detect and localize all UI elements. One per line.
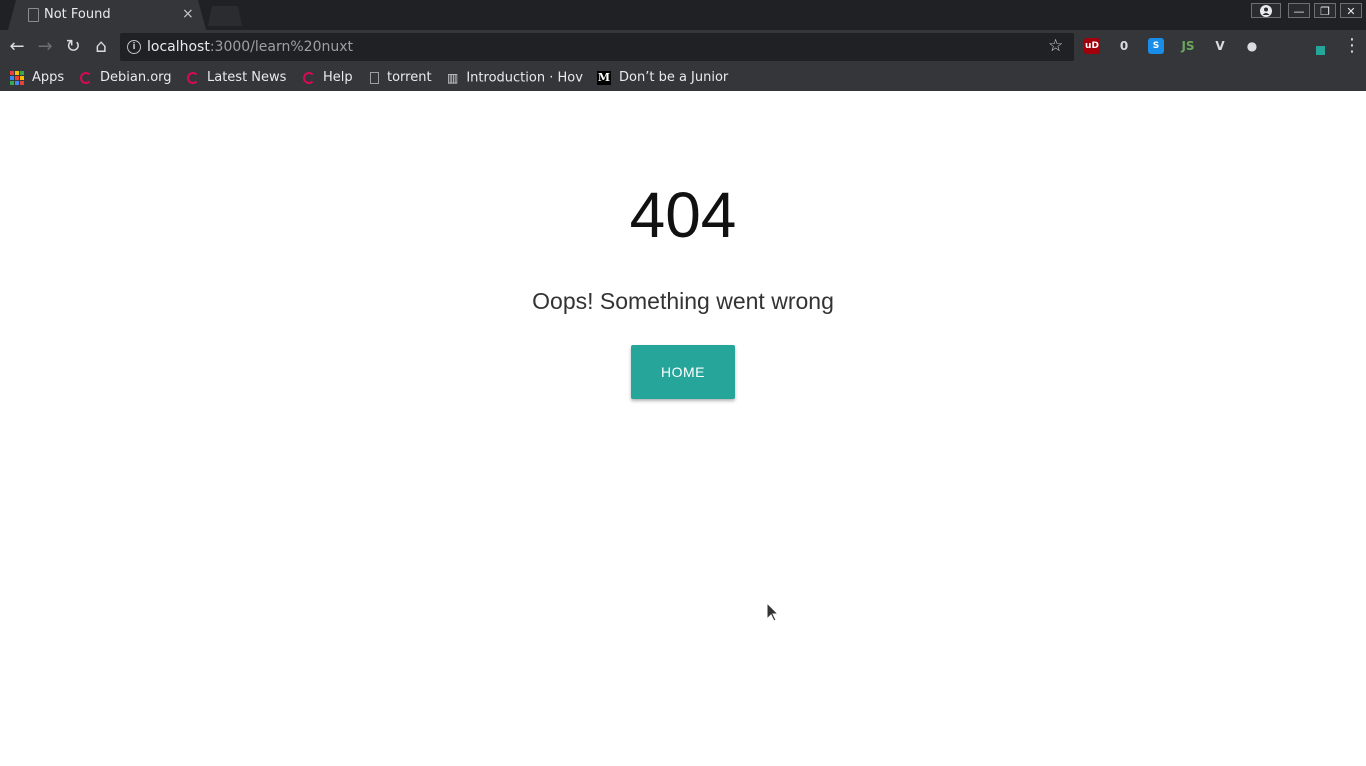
cloud-extension-icon[interactable]: 0	[1116, 38, 1132, 54]
bookmark-label: Introduction · Hov	[466, 70, 583, 86]
home-button[interactable]: HOME	[631, 345, 735, 399]
apps-grid-icon	[10, 70, 24, 85]
debian-icon	[303, 71, 315, 84]
address-bar[interactable]: i localhost:3000/learn%20nuxt ☆	[120, 33, 1074, 61]
mouse-cursor-icon	[767, 603, 779, 622]
circle-extension-icon[interactable]: ●	[1244, 38, 1260, 54]
book-icon: ▥	[447, 71, 459, 85]
close-window-button[interactable]: ✕	[1340, 3, 1362, 18]
ublock-origin-icon[interactable]: uD	[1084, 38, 1100, 54]
tab-strip: Not Found × — ❐ ✕	[0, 0, 1366, 30]
bookmarks-bar: Apps Debian.org Latest News Help torrent…	[0, 64, 1366, 91]
s-extension-icon[interactable]: S	[1148, 38, 1164, 54]
page-favicon-icon	[28, 8, 39, 22]
reload-button[interactable]: ↻	[62, 36, 84, 58]
active-tab[interactable]: Not Found ×	[8, 0, 206, 30]
info-icon[interactable]: i	[127, 40, 141, 54]
bookmark-label: Help	[323, 70, 353, 85]
account-circle-icon	[1260, 5, 1272, 17]
home-nav-button[interactable]: ⌂	[90, 36, 112, 58]
error-code: 404	[629, 179, 737, 251]
bookmark-introduction[interactable]: ▥ Introduction · Hov	[447, 68, 585, 88]
minimize-button[interactable]: —	[1288, 3, 1310, 18]
document-icon	[370, 71, 379, 84]
error-message: Oops! Something went wrong	[532, 288, 834, 314]
bookmark-help[interactable]: Help	[303, 68, 353, 88]
bookmark-label: Debian.org	[100, 70, 172, 85]
profile-button[interactable]	[1251, 3, 1281, 18]
bookmark-torrent[interactable]: torrent	[370, 68, 432, 88]
debian-icon	[80, 71, 92, 84]
bookmark-label: Latest News	[207, 70, 287, 85]
tab-close-icon[interactable]: ×	[182, 5, 194, 23]
bookmark-medium[interactable]: M Don’t be a Junior	[597, 68, 731, 88]
pen-extension-icon[interactable]	[1308, 38, 1325, 55]
forward-button[interactable]: →	[34, 36, 56, 58]
url-text[interactable]: localhost:3000/learn%20nuxt	[147, 39, 353, 55]
tab-title: Not Found	[44, 7, 111, 22]
vue-devtools-icon[interactable]: V	[1212, 38, 1228, 54]
bookmark-apps[interactable]: Apps	[10, 68, 64, 88]
browser-chrome: Not Found × — ❐ ✕ ← → ↻ ⌂ i localhost:30…	[0, 0, 1366, 91]
back-button[interactable]: ←	[6, 36, 28, 58]
medium-icon: M	[597, 70, 611, 85]
url-host: localhost	[147, 39, 210, 55]
debian-icon	[187, 71, 199, 84]
page-content: 404 Oops! Something went wrong HOME	[0, 91, 1366, 766]
bookmark-debian[interactable]: Debian.org	[80, 68, 172, 88]
nodejs-extension-icon[interactable]: JS	[1180, 38, 1196, 54]
bookmark-star-icon[interactable]: ☆	[1048, 36, 1063, 56]
bookmark-label: Apps	[32, 70, 65, 85]
new-tab-button[interactable]	[208, 6, 242, 26]
restore-button[interactable]: ❐	[1314, 3, 1336, 18]
bookmark-label: Don’t be a Junior	[619, 70, 729, 85]
url-path: :3000/learn%20nuxt	[209, 39, 354, 55]
bookmark-label: torrent	[387, 70, 432, 85]
bookmark-latest-news[interactable]: Latest News	[187, 68, 286, 88]
dim-extension-icon[interactable]	[1276, 38, 1292, 54]
menu-icon[interactable]: ⋮	[1343, 36, 1361, 56]
